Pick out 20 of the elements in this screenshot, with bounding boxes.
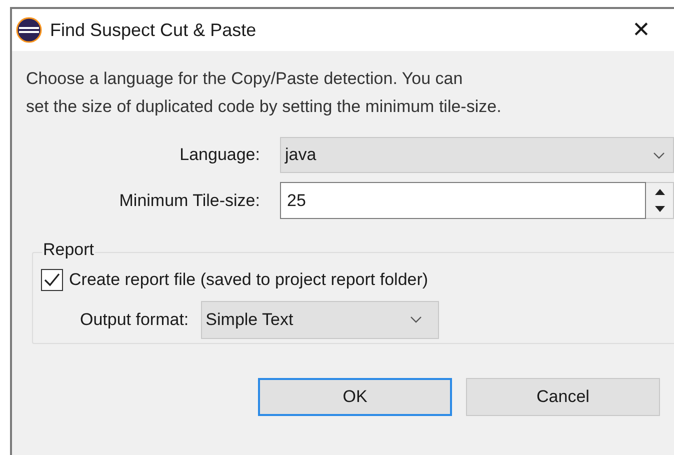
description-text: Choose a language for the Copy/Paste detection. You can set the size of duplicated code by setting the minimum tile-size.: [26, 68, 502, 118]
tile-size-label: Minimum Tile-size:: [118, 190, 260, 212]
chevron-down-icon: [410, 316, 422, 323]
checkmark-icon: [44, 272, 60, 287]
checkbox-label: Create report file (saved to project report folder): [69, 269, 428, 291]
chevron-down-icon: [653, 152, 665, 158]
dialog-button[interactable]: OK: [258, 378, 452, 416]
output-format-label: Output format:: [80, 308, 189, 331]
close-button[interactable]: ✕: [632, 19, 650, 41]
tile-size-field[interactable]: 25: [280, 182, 646, 219]
language-dropdown[interactable]: java: [280, 137, 674, 173]
output-format-dropdown[interactable]: Simple Text: [200, 300, 439, 338]
down-arrow-icon: [654, 206, 664, 212]
language-label: Language:: [178, 144, 260, 166]
report-checkbox[interactable]: [41, 268, 63, 291]
up-arrow-icon: [654, 188, 664, 195]
eclipse-logo-icon: [16, 17, 42, 43]
window-title: Find Suspect Cut & Paste: [50, 18, 256, 42]
dialog-button[interactable]: Cancel: [466, 378, 660, 416]
spinner-control[interactable]: [646, 182, 674, 219]
